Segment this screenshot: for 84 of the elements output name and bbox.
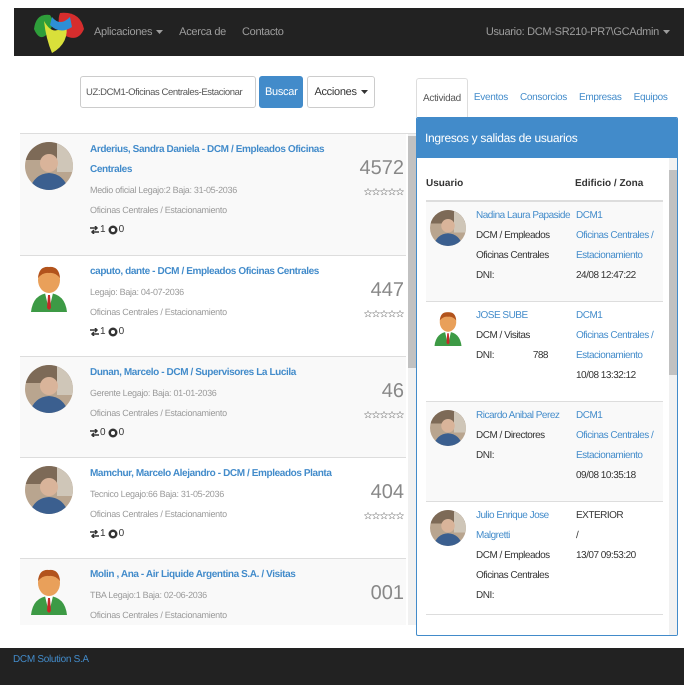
person-link[interactable]: Mamchur, Marcelo Alejandro - DCM / Empleados Planta: [90, 464, 340, 484]
person-row[interactable]: Dunan, Marcelo - DCM / Supervisores La Lucila Gerente Legajo: Baja: 01-01-2036 Oficinas Centrales / Estacionamiento 0 0 46: [20, 357, 406, 458]
caret-icon: [663, 30, 670, 34]
activity-row[interactable]: Nadina Laura Papaside DCM / Empleados Oficinas Centrales DNI: DCM1 Oficinas Centrales / Estacionamiento 24/08 12:47:22: [426, 202, 663, 302]
person-location: Oficinas Centrales / Estacionamiento: [90, 508, 228, 521]
badge-number: 447: [370, 278, 404, 302]
person-location: Oficinas Centrales / Estacionamiento: [90, 407, 228, 420]
dni-label: DNI:: [476, 269, 494, 283]
transfer-count: 1: [100, 527, 106, 541]
person-link[interactable]: caputo, dante - DCM / Empleados Oficinas Centrales: [90, 262, 340, 282]
timestamp: 09/08 10:35:18: [576, 469, 637, 483]
actions-button[interactable]: Acciones: [307, 76, 375, 108]
column-header: Usuario: [426, 177, 464, 191]
zone-link[interactable]: Oficinas Centrales / Estacionamiento: [576, 426, 664, 466]
transfer-icon: [90, 226, 99, 234]
user-link[interactable]: JOSE SUBE: [476, 306, 576, 326]
footer-text: DCM Solution S.A: [12, 653, 89, 667]
column-header: Edificio / Zona: [575, 177, 644, 191]
caret-icon: [360, 90, 368, 94]
timestamp: 24/08 12:47:22: [576, 269, 637, 283]
nav-link[interactable]: Aplicaciones: [94, 24, 164, 40]
user-group: DCM / Visitas: [476, 326, 576, 346]
transfer-count: 1: [100, 223, 106, 237]
person-details: TBA Legajo:1 Baja: 02-06-2036: [90, 589, 208, 602]
building-link[interactable]: DCM1: [576, 306, 664, 326]
activity-row[interactable]: Ricardo Anibal Perez DCM / Directores DNI: DCM1 Oficinas Centrales / Estacionamiento 09/08 10:35:18: [426, 402, 663, 502]
timestamp: 10/08 13:32:12: [576, 369, 637, 383]
transfer-count: 0: [100, 426, 106, 440]
person-link[interactable]: Dunan, Marcelo - DCM / Supervisores La Lucila: [90, 363, 340, 383]
badge-number: 46: [382, 379, 404, 403]
search-button[interactable]: Buscar: [259, 76, 304, 108]
user-group: Oficinas Centrales: [476, 566, 576, 586]
dni-label: DNI:: [476, 449, 494, 463]
visit-count: 0: [118, 325, 124, 339]
user-group: DCM / Directores: [476, 426, 576, 446]
nav-link[interactable]: Contacto: [242, 24, 284, 40]
person-details: Tecnico Legajo:66 Baja: 31-05-2036: [90, 488, 225, 501]
search-field[interactable]: UZ:DCM1-Oficinas Centrales-Estacionar: [80, 76, 256, 108]
badge-number: 001: [370, 581, 404, 605]
badge-number: 404: [370, 480, 404, 504]
user-group: Oficinas Centrales: [476, 246, 576, 266]
tab[interactable]: Actividad: [416, 78, 468, 117]
dni-value: 788: [532, 349, 548, 363]
badge-number: 4572: [360, 156, 404, 180]
panel-title: Ingresos y salidas de usuarios: [417, 118, 677, 158]
visit-count: 0: [118, 426, 124, 440]
person-location: Oficinas Centrales / Estacionamiento: [90, 306, 228, 319]
transfer-icon: [90, 429, 99, 437]
person-row[interactable]: Molin , Ana - Air Liquide Argentina S.A. / Visitas TBA Legajo:1 Baja: 02-06-2036 Oficinas Centrales / Estacionamiento 001: [20, 559, 406, 625]
building-name: EXTERIOR: [576, 509, 624, 523]
person-location: Oficinas Centrales / Estacionamiento: [90, 204, 228, 217]
transfer-icon: [90, 328, 99, 336]
user-group: DCM / Empleados: [476, 546, 576, 566]
user-link[interactable]: Ricardo Anibal Perez: [476, 406, 576, 426]
building-link[interactable]: DCM1: [576, 206, 664, 226]
user-menu[interactable]: Usuario: DCM-SR210-PR7\GCAdmin: [486, 24, 670, 40]
person-details: Legajo: Baja: 04-07-2036: [90, 286, 185, 299]
scrollbar[interactable]: [408, 134, 416, 625]
person-link[interactable]: Molin , Ana - Air Liquide Argentina S.A. / Visitas: [90, 565, 340, 585]
person-details: Gerente Legajo: Baja: 01-01-2036: [90, 387, 218, 400]
visit-count: 0: [118, 223, 124, 237]
person-location: Oficinas Centrales / Estacionamiento: [90, 609, 228, 622]
zone-link[interactable]: Oficinas Centrales / Estacionamiento: [576, 326, 664, 366]
tab[interactable]: Consorcios: [514, 78, 573, 117]
nav-link[interactable]: Acerca de: [179, 24, 226, 40]
user-link[interactable]: Julio Enrique Jose Malgretti: [476, 506, 576, 546]
dni-label: DNI:: [476, 589, 494, 603]
tab[interactable]: Equipos: [628, 78, 674, 117]
tab[interactable]: Eventos: [468, 78, 514, 117]
building-link[interactable]: DCM1: [576, 406, 664, 426]
user-link[interactable]: Nadina Laura Papaside: [476, 206, 576, 226]
scrollbar[interactable]: [669, 158, 677, 635]
user-group: DCM / Empleados: [476, 226, 576, 246]
dni-label: DNI:: [476, 349, 494, 363]
tab[interactable]: Empresas: [572, 78, 628, 117]
zone-name: /: [576, 529, 580, 543]
person-row[interactable]: Arderius, Sandra Daniela - DCM / Empleados Oficinas Centrales Medio oficial Legajo:2 Baja: 31-05-2036 Oficinas Centrales / Estacionamiento 1 0 4572: [20, 134, 406, 256]
timestamp: 13/07 09:53:20: [576, 549, 637, 563]
transfer-icon: [90, 530, 99, 538]
person-link[interactable]: Arderius, Sandra Daniela - DCM / Empleados Oficinas Centrales: [90, 140, 340, 180]
transfer-count: 1: [100, 325, 106, 339]
zone-link[interactable]: Oficinas Centrales / Estacionamiento: [576, 226, 664, 266]
visit-count: 0: [118, 527, 124, 541]
person-details: Medio oficial Legajo:2 Baja: 31-05-2036: [90, 184, 238, 197]
